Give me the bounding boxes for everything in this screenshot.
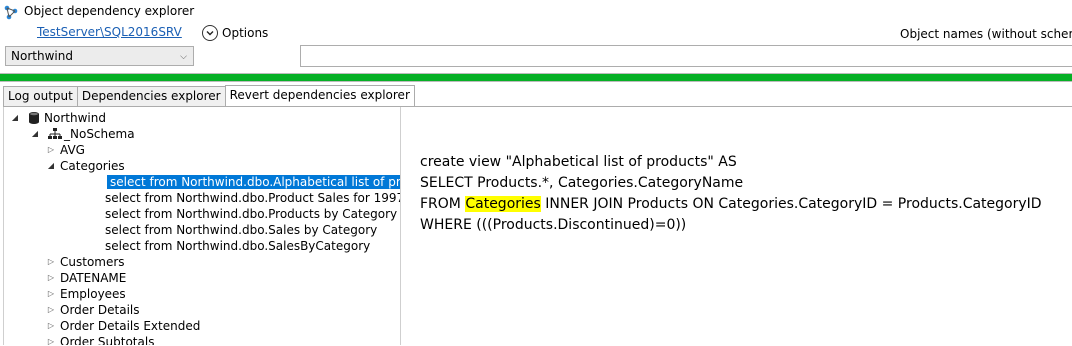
- options-button[interactable]: Options: [202, 25, 268, 41]
- collapsed-triangle-icon[interactable]: ▷: [46, 302, 56, 318]
- window-title: Object dependency explorer: [24, 4, 195, 18]
- object-names-label: Object names (without schema, c: [900, 27, 1072, 41]
- sql-line: WHERE (((Products.Discontinued)=0)): [420, 217, 687, 233]
- chevron-down-icon: [202, 25, 218, 41]
- tab-strip: Log output Dependencies explorer Revert …: [3, 85, 415, 106]
- collapsed-triangle-icon[interactable]: ▷: [46, 286, 56, 302]
- dependency-tree[interactable]: ◢ Northwind ◢ _NoSchema ▷ AVG ◢ Categori…: [3, 107, 401, 345]
- tree-node-label: Customers: [60, 255, 125, 269]
- tree-node-label: select from Northwind.dbo.Alphabetical l…: [107, 175, 400, 189]
- collapsed-triangle-icon[interactable]: ▷: [46, 318, 56, 334]
- tree-node-label: select from Northwind.dbo.SalesByCategor…: [105, 239, 371, 253]
- sql-line: create view "Alphabetical list of produc…: [420, 154, 737, 170]
- progress-bar: [0, 73, 1072, 82]
- database-select[interactable]: Northwind ⌵: [5, 46, 194, 66]
- network-icon: [3, 4, 19, 20]
- object-names-input[interactable]: [300, 45, 1072, 67]
- tree-node-label: select from Northwind.dbo.Sales by Categ…: [105, 223, 378, 237]
- tree-node-label: AVG: [60, 143, 85, 157]
- tree-node-label: _NoSchema: [64, 127, 135, 141]
- sql-line: FROM Categories INNER JOIN Products ON C…: [420, 194, 1042, 215]
- database-select-value: Northwind: [11, 49, 73, 63]
- expanded-triangle-icon[interactable]: ◢: [10, 110, 20, 126]
- tree-leaf-selected[interactable]: select from Northwind.dbo.Alphabetical l…: [107, 174, 400, 190]
- collapsed-triangle-icon[interactable]: ▷: [46, 142, 56, 158]
- tree-node-label: Order Details: [60, 303, 140, 317]
- tree-node-label: Employees: [60, 287, 126, 301]
- tree-leaf[interactable]: select from Northwind.dbo.SalesByCategor…: [105, 238, 370, 254]
- tree-node-label: DATENAME: [60, 271, 127, 285]
- server-link[interactable]: TestServer\SQL2016SRV: [37, 25, 182, 39]
- sql-text: INNER JOIN Products ON Categories.Catego…: [540, 196, 1042, 212]
- tab-revert-dependencies-explorer[interactable]: Revert dependencies explorer: [224, 85, 415, 106]
- tree-node-label: select from Northwind.dbo.Product Sales …: [105, 191, 401, 205]
- tree-node-label: Order Subtotals: [60, 335, 155, 345]
- tree-node-label: Order Details Extended: [60, 319, 201, 333]
- collapsed-triangle-icon[interactable]: ▷: [46, 270, 56, 286]
- tree-node-label: Northwind: [44, 111, 106, 125]
- expanded-triangle-icon[interactable]: ◢: [30, 126, 40, 142]
- tree-leaf[interactable]: select from Northwind.dbo.Product Sales …: [105, 190, 401, 206]
- sql-definition: create view "Alphabetical list of produc…: [420, 152, 1042, 236]
- collapsed-triangle-icon[interactable]: ▷: [46, 334, 56, 345]
- tree-node-label: select from Northwind.dbo.Products by Ca…: [105, 207, 398, 221]
- chevron-down-icon: ⌵: [180, 52, 187, 62]
- sql-highlight: Categories: [465, 196, 541, 212]
- tab-log-output[interactable]: Log output: [3, 86, 78, 106]
- sql-line: SELECT Products.*, Categories.CategoryNa…: [420, 175, 744, 191]
- tree-leaf[interactable]: select from Northwind.dbo.Sales by Categ…: [105, 222, 377, 238]
- tab-dependencies-explorer[interactable]: Dependencies explorer: [76, 86, 226, 106]
- sql-text: FROM: [420, 196, 466, 212]
- title-bar: Object dependency explorer: [0, 0, 1072, 22]
- collapsed-triangle-icon[interactable]: ▷: [46, 254, 56, 270]
- options-label: Options: [222, 26, 269, 40]
- tree-node-label: Categories: [60, 159, 125, 173]
- tree-leaf[interactable]: select from Northwind.dbo.Products by Ca…: [105, 206, 397, 222]
- expanded-triangle-icon[interactable]: ◢: [46, 158, 56, 174]
